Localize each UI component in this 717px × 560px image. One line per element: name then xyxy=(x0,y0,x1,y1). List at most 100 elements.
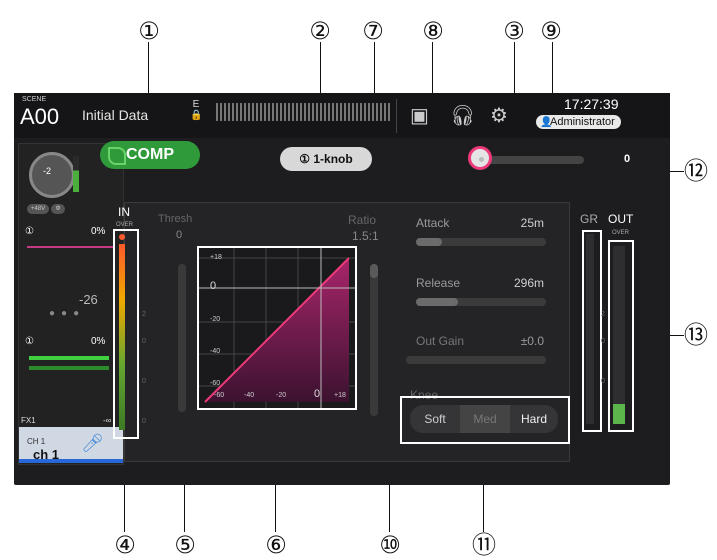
recorder-icon[interactable]: ▣ xyxy=(410,103,429,128)
fx-value: -∞ xyxy=(103,416,112,425)
one-knob-slider-handle[interactable] xyxy=(468,146,492,170)
knee-selector: Soft Med Hard xyxy=(410,405,558,433)
graph-x-tick-0: 0 xyxy=(314,388,321,400)
lock-letter: E xyxy=(192,99,200,110)
out-meter-level xyxy=(613,404,625,424)
gear-icon[interactable]: ⚙ xyxy=(490,103,508,128)
comp-on-button[interactable]: COMP xyxy=(100,141,200,169)
out-meter xyxy=(613,246,625,424)
graph-y-tick-18: +18 xyxy=(210,254,222,261)
top-bar: SCENE A00 Initial Data E 🔒 ▣ 🎧︎ ⚙ 17:27:3… xyxy=(14,93,670,138)
one-knob-label: 1-knob xyxy=(313,152,353,166)
user-badge[interactable]: 👤 Administrator xyxy=(536,115,621,129)
attack-slider-fill xyxy=(416,238,442,246)
channel-tile[interactable]: CH 1 ch 1 🎤︎ xyxy=(19,427,123,463)
channel-strip: -2 +48V Φ ① 0% -26 ●●● ① 0% FX1 -∞ CH 1 … xyxy=(18,143,124,465)
microphone-icon: 🎤︎ xyxy=(81,433,104,453)
out-tick-3: 0 xyxy=(601,378,605,385)
gr-meter xyxy=(586,234,594,424)
level-indicator[interactable] xyxy=(29,356,109,360)
headphones-icon[interactable]: 🎧︎ xyxy=(450,103,475,128)
thresh-fader[interactable] xyxy=(178,264,186,412)
send1-value: 0% xyxy=(91,226,106,237)
input-mini-meter xyxy=(73,156,79,192)
ratio-label: Ratio xyxy=(348,213,377,227)
lock-icon[interactable]: E 🔒 xyxy=(190,99,202,121)
attack-slider[interactable] xyxy=(416,238,546,246)
callout-13: ⑬ xyxy=(684,321,708,349)
in-label: IN xyxy=(118,205,130,219)
callout-3: ③ xyxy=(503,17,525,45)
divider xyxy=(396,99,397,133)
callout-7: ⑦ xyxy=(362,17,384,45)
graph-y-tick-m60: -60 xyxy=(210,380,221,387)
out-over-label: OVER xyxy=(612,230,630,236)
in-meter-frame xyxy=(113,229,139,439)
release-slider[interactable] xyxy=(416,298,546,306)
send1-index: ① xyxy=(25,226,34,237)
channel-meters-strip[interactable] xyxy=(216,103,392,121)
outgain-label: Out Gain xyxy=(416,334,465,348)
scene-title[interactable]: Initial Data xyxy=(82,107,148,123)
in-tick-3: 0 xyxy=(142,378,146,385)
callout-9: ⑨ xyxy=(540,17,562,45)
phantom-button[interactable]: +48V xyxy=(27,204,49,214)
ratio-fader[interactable] xyxy=(370,264,378,416)
one-knob-index: ① xyxy=(299,152,311,166)
callout-5: ⑤ xyxy=(174,531,196,559)
graph-x-tick-m60: -60 xyxy=(214,392,225,399)
channel-number: CH 1 xyxy=(27,437,46,446)
ratio-value: 1.5:1 xyxy=(352,229,379,243)
in-tick-1: 2 xyxy=(142,311,146,318)
callout-12: ⑫ xyxy=(684,157,708,185)
in-over-indicator xyxy=(119,234,125,240)
in-tick-4: 0 xyxy=(142,418,146,425)
clock: 17:27:39 xyxy=(564,96,619,112)
graph-x-tick-18: +18 xyxy=(334,392,346,399)
one-knob-button[interactable]: ① 1-knob xyxy=(280,147,372,171)
graph-y-tick-m20: -20 xyxy=(210,316,221,323)
send2-index: ① xyxy=(25,336,34,347)
in-over-label: OVER xyxy=(116,222,134,228)
one-knob-value: 0 xyxy=(624,153,631,165)
user-name: Administrator xyxy=(550,116,615,128)
comp-curve-graph xyxy=(197,246,357,410)
release-label: Release xyxy=(416,276,461,290)
fader-level: -26 xyxy=(79,292,98,307)
out-tick-1: 2 xyxy=(601,311,605,318)
callout-10: ⑩ xyxy=(379,531,401,559)
callout-6: ⑥ xyxy=(265,531,287,559)
gr-label: GR xyxy=(580,212,598,226)
callout-8: ⑧ xyxy=(422,17,444,45)
callout-2: ② xyxy=(309,17,331,45)
ratio-fader-fill xyxy=(370,264,378,278)
callout-4: ④ xyxy=(114,531,136,559)
scene-label: SCENE xyxy=(22,96,47,103)
scene-number[interactable]: A00 xyxy=(20,104,59,130)
out-tick-2: 0 xyxy=(601,338,605,345)
knee-soft[interactable]: Soft xyxy=(410,405,460,433)
level-indicator-2[interactable] xyxy=(29,366,109,370)
release-value: 296m xyxy=(513,276,544,290)
phase-button[interactable]: Φ xyxy=(51,204,65,214)
pan-line[interactable] xyxy=(27,246,113,248)
graph-x-tick-m20: -20 xyxy=(276,392,287,399)
graph-y-tick-m40: -40 xyxy=(210,348,221,355)
comp-curve-svg xyxy=(199,248,355,408)
knee-hard[interactable]: Hard xyxy=(510,405,558,433)
callout-1: ① xyxy=(138,17,160,45)
gain-value: -2 xyxy=(43,166,52,176)
fx-label: FX1 xyxy=(21,416,36,425)
in-meter xyxy=(119,244,125,430)
graph-y-tick-0: 0 xyxy=(210,280,217,292)
gain-knob[interactable] xyxy=(29,152,75,198)
leaf-icon xyxy=(108,147,126,165)
out-label: OUT xyxy=(608,212,634,226)
knee-med[interactable]: Med xyxy=(460,405,510,433)
callout-11: ⑪ xyxy=(472,531,496,559)
graph-x-tick-m40: -40 xyxy=(244,392,255,399)
attack-value: 25m xyxy=(520,216,544,230)
user-icon: 👤 xyxy=(540,117,553,128)
outgain-slider[interactable] xyxy=(406,356,546,364)
attack-label: Attack xyxy=(416,216,450,230)
